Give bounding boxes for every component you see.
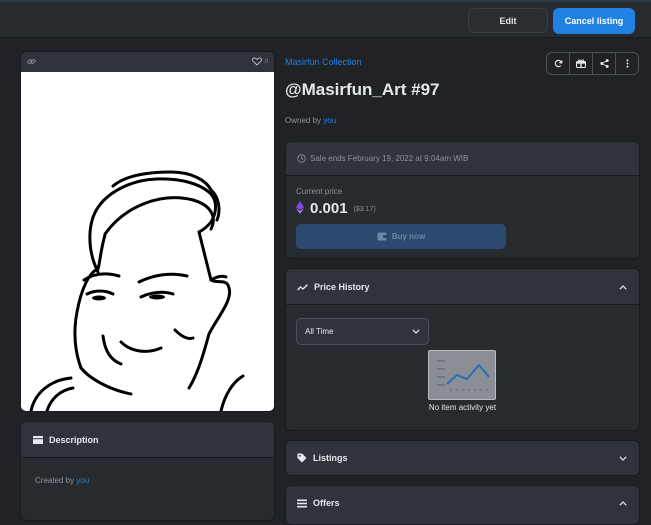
asset-image-card: 0 [20, 51, 275, 412]
price-history-header[interactable]: Price History [286, 269, 639, 305]
refresh-button[interactable] [547, 53, 570, 74]
buy-now-label: Buy now [391, 232, 426, 241]
asset-title: @Masirfun_Art #97 [285, 80, 440, 99]
description-header[interactable]: Description [21, 422, 274, 458]
description-heading: Description [49, 434, 99, 445]
face-drawing [29, 170, 245, 411]
price-history-body: All Time No item activity yet [286, 305, 639, 430]
image-card-header: 0 [21, 52, 274, 72]
like-count: 0 [264, 59, 268, 65]
time-range-value: All Time [305, 327, 334, 336]
chevron-down-icon [619, 453, 627, 463]
ethereum-icon [296, 199, 304, 217]
description-panel: Description Created by you [20, 421, 275, 521]
top-toolbar: Edit Cancel listing [0, 0, 651, 38]
listings-header[interactable]: Listings [286, 441, 639, 475]
description-icon [33, 435, 43, 445]
owner-line: Owned by you [285, 116, 336, 125]
owner-link[interactable]: you [323, 116, 336, 125]
empty-chart-icon [437, 360, 490, 391]
trend-icon [297, 282, 308, 292]
empty-chart-illustration [428, 350, 496, 400]
listings-heading: Listings [313, 453, 348, 463]
refresh-icon [554, 55, 563, 73]
sale-panel: Sale ends February 19, 2022 at 9:04am WI… [285, 141, 640, 259]
gift-icon [576, 55, 586, 73]
edit-button[interactable]: Edit [468, 8, 548, 33]
link-icon [27, 53, 36, 71]
offers-heading: Offers [313, 498, 340, 508]
owned-by-label: Owned by [285, 116, 322, 125]
favorite-button[interactable]: 0 [251, 53, 268, 71]
transfer-button[interactable] [570, 53, 593, 74]
price-value: 0.001 [310, 199, 348, 217]
no-activity-text: No item activity yet [428, 403, 497, 412]
offers-panel: Offers [285, 485, 640, 525]
clock-icon [297, 154, 306, 163]
sale-ends-row: Sale ends February 19, 2022 at 9:04am WI… [286, 142, 639, 176]
buy-now-button[interactable]: Buy now [296, 224, 506, 249]
offers-list-icon [297, 498, 307, 508]
offers-header[interactable]: Offers [286, 486, 639, 520]
current-price-label: Current price [296, 187, 343, 196]
chevron-up-icon [619, 282, 627, 292]
heart-icon [251, 53, 262, 71]
cancel-listing-button[interactable]: Cancel listing [553, 8, 635, 34]
share-button[interactable] [593, 53, 616, 74]
sale-body: Current price 0.001 ($3.17) Buy now [286, 176, 639, 258]
time-range-select[interactable]: All Time [296, 318, 429, 345]
chevron-down-icon [412, 327, 420, 336]
listings-panel: Listings [285, 440, 640, 476]
collection-link[interactable]: Masirfun Collection [285, 57, 362, 67]
price-row: 0.001 ($3.17) [296, 199, 629, 217]
sale-ends-text: Sale ends February 19, 2022 at 9:04am WI… [310, 154, 469, 163]
more-options-button[interactable] [616, 53, 638, 74]
created-by-label: Created by [35, 476, 75, 485]
price-history-panel: Price History All Time No item activity … [285, 268, 640, 431]
asset-artwork[interactable] [21, 72, 274, 411]
wallet-icon [377, 232, 387, 241]
price-history-heading: Price History [314, 281, 370, 292]
creator-link[interactable]: you [76, 476, 89, 485]
description-body: Created by you [21, 458, 274, 503]
more-vertical-icon [626, 55, 629, 73]
tag-icon [297, 453, 307, 464]
share-icon [599, 55, 609, 73]
chevron-up-icon [619, 498, 627, 508]
asset-action-buttons [546, 52, 639, 75]
price-usd: ($3.17) [353, 206, 376, 213]
